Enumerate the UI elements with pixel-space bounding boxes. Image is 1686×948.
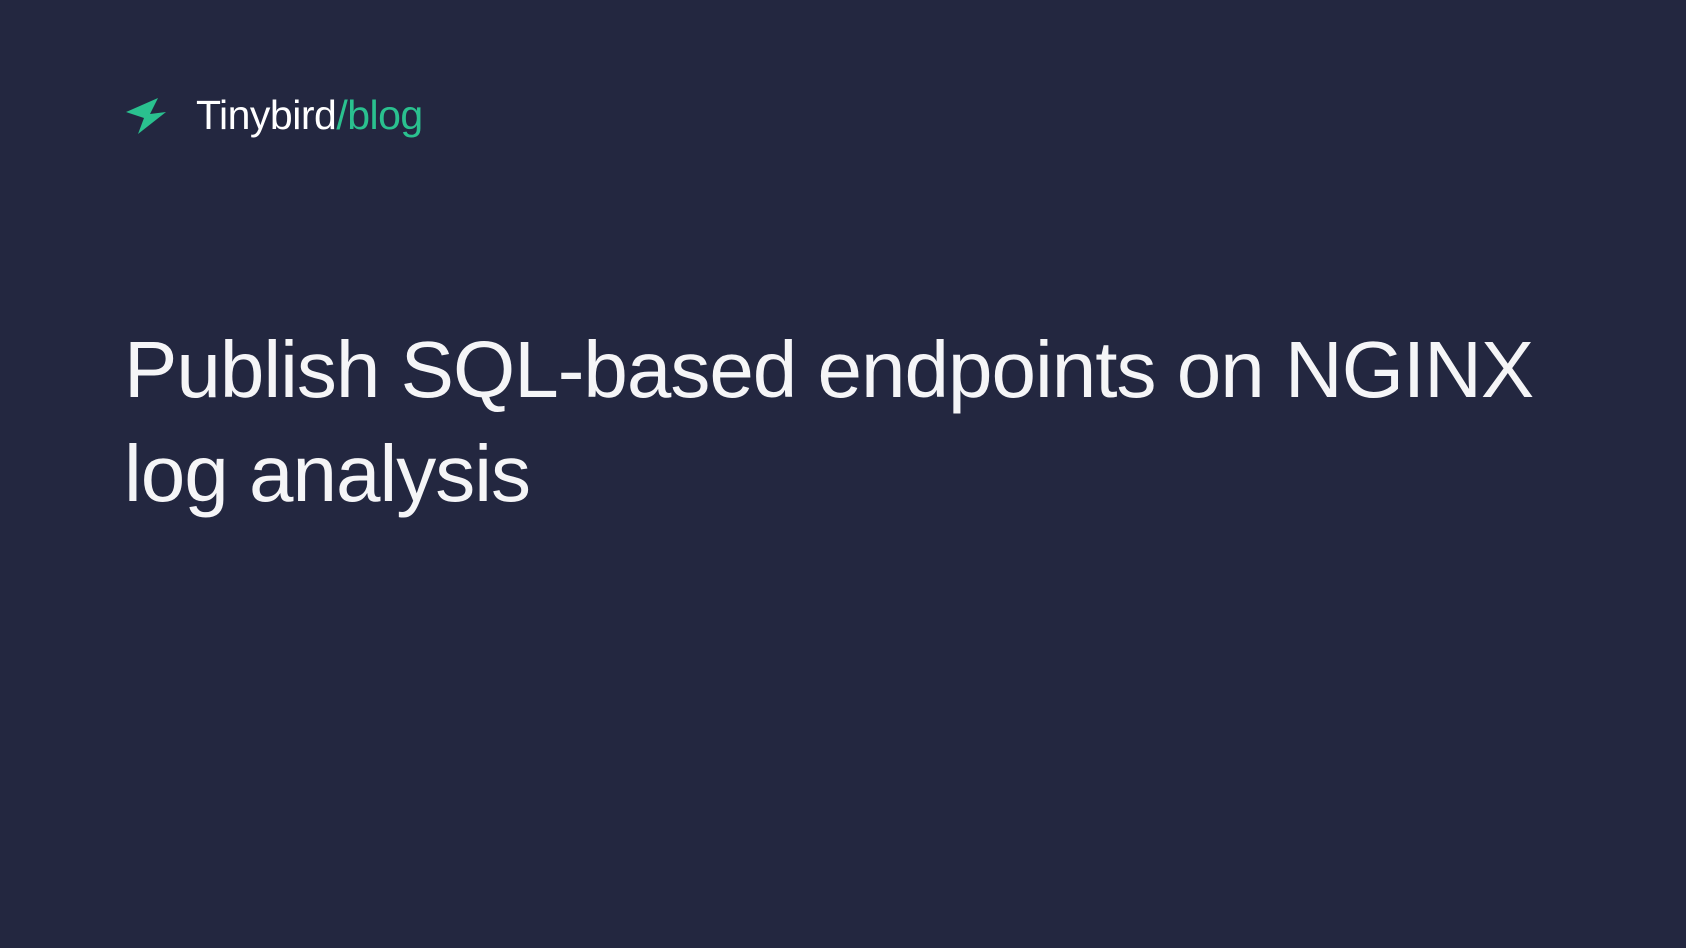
tinybird-logo-icon [124, 94, 168, 138]
brand-name: Tinybird [196, 92, 336, 138]
brand-section: blog [347, 92, 423, 138]
brand-text: Tinybird/blog [196, 92, 423, 139]
header: Tinybird/blog [124, 92, 423, 139]
brand-separator: / [336, 92, 347, 138]
page-title: Publish SQL-based endpoints on NGINX log… [124, 318, 1562, 526]
